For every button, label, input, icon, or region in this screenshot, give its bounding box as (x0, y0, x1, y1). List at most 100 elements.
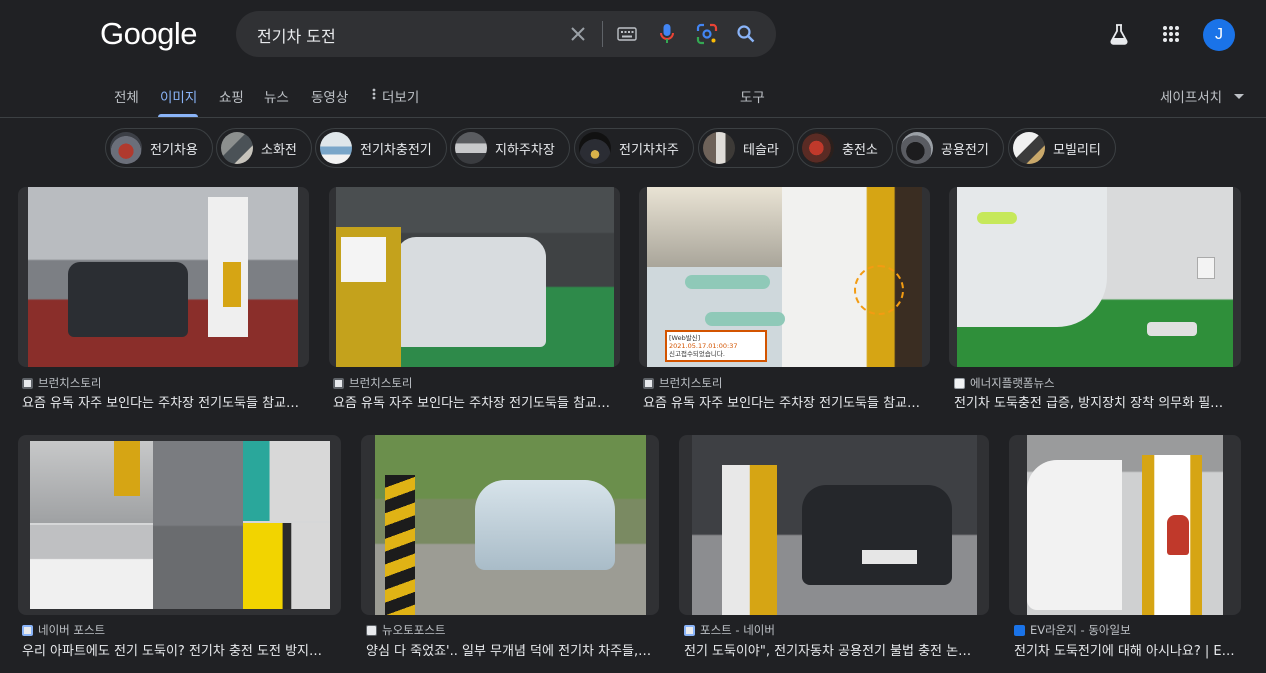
result-thumbnail (957, 187, 1233, 367)
result-title[interactable]: 요즘 유독 자주 보인다는 주차장 전기도둑들 참교… (643, 392, 930, 411)
result-title[interactable]: 전기차 도둑전기에 대해 아시나요? | E… (1014, 640, 1241, 659)
chip-thumbnail (320, 132, 352, 164)
chip-label: 전기차용 (150, 142, 198, 158)
lens-icon[interactable] (696, 23, 718, 45)
active-tab-indicator (158, 114, 198, 117)
search-icon[interactable] (735, 23, 757, 45)
chat-line-text: 신고접수되었습니다. (669, 350, 725, 359)
chip-item[interactable]: 전기차충전기 (315, 128, 447, 168)
chip-thumbnail (110, 132, 142, 164)
result-title[interactable]: 전기 도둑이야", 전기자동차 공용전기 불법 충전 논… (684, 640, 989, 659)
tab-shopping[interactable]: 쇼핑 (219, 86, 244, 106)
google-logo[interactable]: Google (100, 16, 197, 52)
result-title[interactable]: 전기차 도둑충전 급증, 방지장치 장착 의무화 필… (954, 392, 1241, 411)
result-image[interactable] (361, 435, 659, 615)
result-source[interactable]: 브런치스토리 (333, 375, 412, 391)
tab-videos[interactable]: 동영상 (311, 86, 348, 106)
tools-button[interactable]: 도구 (740, 86, 765, 106)
chevron-down-icon (1234, 88, 1245, 104)
chip-item[interactable]: 공용전기 (896, 128, 1004, 168)
result-source-label: 브런치스토리 (38, 376, 102, 390)
result-source-label: 브런치스토리 (349, 376, 413, 390)
favicon-icon (643, 377, 654, 389)
tab-all[interactable]: 전체 (114, 86, 139, 106)
apps-grid-icon[interactable] (1156, 19, 1186, 49)
chip-thumbnail (1013, 132, 1045, 164)
chip-label: 전기차충전기 (360, 142, 432, 158)
search-tabs: 전체 이미지 쇼핑 뉴스 동영상 더보기 도구 세이프서치 (0, 70, 1266, 118)
chip-label: 소화전 (261, 142, 297, 158)
result-thumbnail (30, 441, 330, 609)
chip-label: 전기차차주 (619, 142, 679, 158)
result-image[interactable] (949, 187, 1241, 367)
result-title[interactable]: 요즘 유독 자주 보인다는 주차장 전기도둑들 참교… (333, 392, 620, 411)
result-thumbnail (692, 435, 977, 615)
chip-thumbnail (455, 132, 487, 164)
result-thumbnail (375, 435, 646, 615)
result-thumbnail (1027, 435, 1223, 615)
result-source[interactable]: 뉴오토포스트 (366, 622, 445, 638)
search-divider (602, 21, 603, 47)
voice-search-icon[interactable] (656, 23, 678, 45)
tab-news[interactable]: 뉴스 (264, 86, 289, 106)
result-image[interactable] (18, 435, 341, 615)
avatar[interactable]: J (1203, 19, 1235, 51)
result-source-label: 뉴오토포스트 (382, 623, 446, 637)
search-input[interactable]: 전기차 도전 (257, 23, 336, 47)
chip-thumbnail (802, 132, 834, 164)
result-source[interactable]: 네이버 포스트 (22, 622, 105, 638)
result-thumbnail: [Web발신] 2021.05.17.01:00:37 신고접수되었습니다. (647, 187, 922, 367)
clear-icon[interactable] (567, 23, 589, 45)
result-image[interactable] (679, 435, 989, 615)
result-source-label: 포스트 - 네이버 (700, 623, 775, 637)
result-source-label: 브런치스토리 (659, 376, 723, 390)
favicon-icon (22, 377, 33, 389)
tab-more[interactable]: 더보기 (372, 86, 419, 106)
chip-item[interactable]: 전기차용 (105, 128, 213, 168)
chip-thumbnail (703, 132, 735, 164)
chip-thumbnail (221, 132, 253, 164)
search-box[interactable]: 전기차 도전 (236, 11, 776, 57)
chip-item[interactable]: 모빌리티 (1008, 128, 1116, 168)
chip-item[interactable]: 지하주차장 (450, 128, 570, 168)
result-title[interactable]: 양심 다 죽었죠'.. 일부 무개념 덕에 전기차 차주들,… (366, 640, 659, 659)
result-title[interactable]: 요즘 유독 자주 보인다는 주차장 전기도둑들 참교… (22, 392, 309, 411)
safesearch-label: 세이프서치 (1160, 90, 1223, 106)
result-image[interactable] (1009, 435, 1241, 615)
result-source[interactable]: 에너지플랫폼뉴스 (954, 375, 1055, 391)
result-source-label: EV라운지 - 동아일보 (1030, 623, 1131, 637)
result-image[interactable] (18, 187, 309, 367)
chip-item[interactable]: 테슬라 (698, 128, 794, 168)
favicon-icon (333, 377, 344, 389)
tab-more-label: 더보기 (382, 90, 420, 106)
result-image[interactable] (329, 187, 620, 367)
result-source[interactable]: 브런치스토리 (643, 375, 722, 391)
keyboard-icon[interactable] (616, 23, 638, 45)
result-source[interactable]: 브런치스토리 (22, 375, 101, 391)
header: Google 전기차 도전 J (0, 0, 1266, 70)
result-title[interactable]: 우리 아파트에도 전기 도둑이? 전기차 충전 도전 방지… (22, 640, 341, 659)
chip-label: 모빌리티 (1053, 142, 1101, 158)
chip-item[interactable]: 충전소 (797, 128, 893, 168)
result-source[interactable]: 포스트 - 네이버 (684, 622, 775, 638)
more-vert-icon (372, 88, 376, 104)
chip-label: 충전소 (842, 142, 878, 158)
chip-thumbnail (901, 132, 933, 164)
result-source[interactable]: EV라운지 - 동아일보 (1014, 622, 1131, 638)
tab-images[interactable]: 이미지 (160, 86, 197, 106)
chip-item[interactable]: 전기차차주 (574, 128, 694, 168)
favicon-icon (366, 624, 377, 636)
safesearch-menu[interactable]: 세이프서치 (1160, 86, 1245, 106)
favicon-icon (1014, 624, 1025, 636)
result-source-label: 에너지플랫폼뉴스 (970, 376, 1055, 390)
chat-message-box: [Web발신] 2021.05.17.01:00:37 신고접수되었습니다. (665, 330, 767, 362)
chip-label: 지하주차장 (495, 142, 555, 158)
chip-item[interactable]: 소화전 (216, 128, 312, 168)
favicon-icon (954, 377, 965, 389)
labs-icon[interactable] (1104, 19, 1134, 49)
result-source-label: 네이버 포스트 (38, 623, 106, 637)
result-thumbnail (28, 187, 298, 367)
chip-label: 공용전기 (941, 142, 989, 158)
result-image[interactable]: [Web발신] 2021.05.17.01:00:37 신고접수되었습니다. (639, 187, 930, 367)
related-chips: 전기차용 소화전 전기차충전기 지하주차장 전기차차주 테슬라 충전소 공용전기… (0, 128, 1266, 170)
